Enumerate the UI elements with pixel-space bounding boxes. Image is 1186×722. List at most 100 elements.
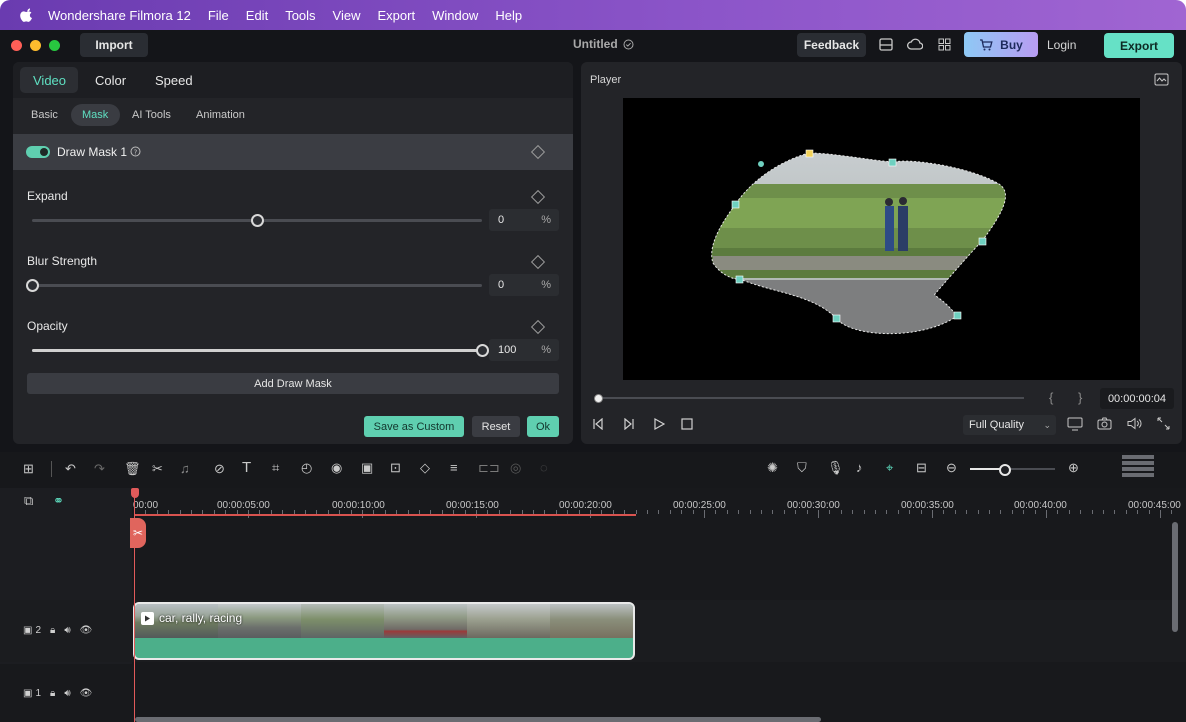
keyframe-icon[interactable]: ◇ [420,461,430,475]
audio-icon[interactable]: ♫ [180,462,190,476]
opacity-value-box[interactable]: 100 % [489,339,559,361]
menu-window[interactable]: Window [432,8,478,23]
mute-icon[interactable]: 🔊︎ [64,625,70,636]
login-link[interactable]: Login [1047,38,1076,52]
previous-frame-icon[interactable] [592,418,606,430]
snap-icon[interactable]: ⌖ [886,461,893,475]
save-as-custom-button[interactable]: Save as Custom [364,416,464,437]
playback-scrubber[interactable] [597,397,1024,399]
fit-timeline-icon[interactable]: ⊟ [916,461,927,475]
menu-view[interactable]: View [333,8,361,23]
blur-value-box[interactable]: 0 % [489,274,559,296]
tab-color[interactable]: Color [95,73,126,88]
mark-out-icon[interactable]: } [1078,390,1082,405]
feedback-button[interactable]: Feedback [797,33,866,57]
cut-marker-icon[interactable]: ✂ [130,518,146,548]
tab-speed[interactable]: Speed [155,73,193,88]
zoom-window-button[interactable] [49,40,60,51]
playback-scrubber-knob[interactable] [594,394,603,403]
visibility-icon[interactable]: 👁︎ [80,625,93,636]
ai-icon[interactable]: ◌ [540,461,548,475]
quality-select[interactable]: Full Quality ⌄ [963,415,1056,435]
snapshot-camera-icon[interactable] [1097,417,1112,430]
link-icon[interactable]: ⚭ [53,494,64,508]
menu-export[interactable]: Export [378,8,416,23]
playhead-handle[interactable] [131,488,139,498]
expand-slider-knob[interactable] [251,214,264,227]
minimize-window-button[interactable] [30,40,41,51]
subtab-basic[interactable]: Basic [31,109,58,121]
menu-file[interactable]: File [208,8,229,23]
visibility-icon[interactable]: 👁︎ [80,688,93,699]
stabilize-icon[interactable]: ◎ [510,461,521,475]
subtab-ai-tools[interactable]: AI Tools [132,109,171,121]
cloud-icon[interactable] [907,37,923,51]
cut-icon[interactable]: ✂ [152,462,163,476]
multi-view-icon[interactable]: ⊞ [23,462,34,476]
menu-help[interactable]: Help [495,8,522,23]
motion-track-icon[interactable]: ⊡ [390,461,401,475]
adjust-icon[interactable]: ≡ [450,461,458,475]
opacity-slider-knob[interactable] [476,344,489,357]
lock-icon[interactable]: 🔒︎ [50,625,55,636]
subtab-mask[interactable]: Mask [82,109,108,121]
tab-video[interactable]: Video [33,73,66,88]
render-icon[interactable]: ✺ [767,461,778,475]
play-icon[interactable] [653,418,665,430]
ok-button[interactable]: Ok [527,416,559,437]
text-icon[interactable]: T [242,460,251,475]
blur-slider[interactable] [32,284,482,287]
zoom-out-icon[interactable]: ⊖ [946,461,957,475]
preview-canvas[interactable] [623,98,1140,380]
close-window-button[interactable] [11,40,22,51]
vertical-scrollbar[interactable] [1172,522,1178,632]
ruler-tick [1034,510,1036,514]
zoom-slider-knob[interactable] [999,464,1011,476]
redo-icon[interactable]: ↷ [94,462,105,476]
menu-app-name[interactable]: Wondershare Filmora 12 [48,8,191,23]
stop-icon[interactable] [681,418,693,430]
expand-value-box[interactable]: 0 % [489,209,559,231]
undo-icon[interactable]: ↶ [65,462,76,476]
zoom-slider[interactable] [970,468,1055,470]
reset-button[interactable]: Reset [472,416,520,437]
add-draw-mask-button[interactable]: Add Draw Mask [27,373,559,394]
mask-toggle[interactable] [26,146,50,158]
grid-apps-icon[interactable] [938,38,951,51]
mark-in-icon[interactable]: { [1049,390,1053,405]
buy-button[interactable]: Buy [964,32,1038,57]
zoom-in-icon[interactable]: ⊕ [1068,461,1079,475]
menu-tools[interactable]: Tools [285,8,315,23]
crop-icon[interactable]: ⌗ [272,461,279,475]
volume-icon[interactable] [1127,417,1142,430]
split-icon[interactable]: ⊏⊐ [478,461,500,475]
lock-icon[interactable]: 🔒︎ [50,688,55,699]
apple-icon[interactable] [20,8,34,22]
mute-icon[interactable]: 🔊︎ [64,688,70,699]
info-icon[interactable]: ? [130,146,141,157]
blur-slider-knob[interactable] [26,279,39,292]
next-frame-icon[interactable] [621,418,635,430]
subtab-animation[interactable]: Animation [196,109,245,121]
fullscreen-icon[interactable] [1157,417,1170,430]
tag-icon[interactable]: ⊘ [214,462,225,476]
menu-edit[interactable]: Edit [246,8,268,23]
green-screen-icon[interactable]: ▣ [361,461,373,475]
video-clip[interactable]: car, rally, racing [133,602,635,660]
ruler-tick [704,510,705,518]
opacity-slider[interactable] [32,349,482,352]
horizontal-scrollbar[interactable] [135,717,821,722]
scope-icon[interactable] [1154,73,1169,86]
marker-icon[interactable]: ⛉ [797,461,807,475]
import-button[interactable]: Import [80,33,148,57]
track-height-icon[interactable] [1122,455,1154,483]
audio-mixer-icon[interactable]: ♪ [856,461,863,475]
export-button[interactable]: Export [1104,33,1174,58]
add-track-icon[interactable]: ⧉ [24,494,33,508]
microphone-icon[interactable]: 🎙 [827,461,844,475]
color-icon[interactable]: ◉ [331,461,342,475]
delete-icon[interactable]: 🗑 [124,462,141,476]
display-settings-icon[interactable] [1067,417,1083,431]
layout-icon[interactable] [879,38,893,51]
speed-icon[interactable]: ◴ [301,461,312,475]
